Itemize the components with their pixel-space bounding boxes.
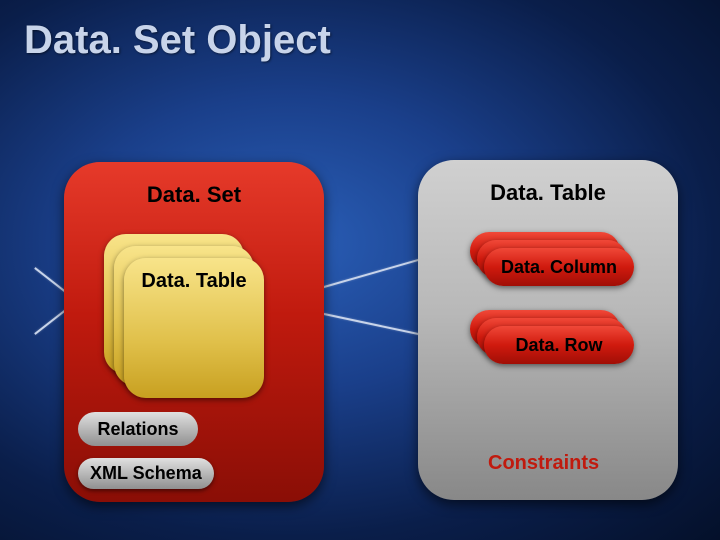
datatable-card: Data. Table bbox=[124, 258, 264, 398]
dataset-header: Data. Set bbox=[64, 182, 324, 208]
slide-title: Data. Set Object bbox=[24, 18, 331, 63]
dataset-panel: Data. Set Data. Table Relations XML Sche… bbox=[64, 162, 324, 502]
datatable-label: Data. Table bbox=[124, 270, 264, 293]
datarow-pill: Data. Row bbox=[484, 326, 634, 364]
xml-schema-pill: XML Schema bbox=[78, 458, 214, 489]
datacolumn-label: Data. Column bbox=[501, 257, 617, 278]
constraints-label: Constraints bbox=[488, 452, 599, 475]
connector-line bbox=[310, 254, 436, 292]
relations-pill: Relations bbox=[78, 412, 198, 446]
datacolumn-pill: Data. Column bbox=[484, 248, 634, 286]
datatable-header: Data. Table bbox=[418, 180, 678, 206]
datarow-label: Data. Row bbox=[515, 335, 602, 356]
relations-label: Relations bbox=[97, 419, 178, 440]
xml-schema-label: XML Schema bbox=[90, 463, 202, 483]
datatable-panel: Data. Table Data. Column Data. Row Const… bbox=[418, 160, 678, 500]
